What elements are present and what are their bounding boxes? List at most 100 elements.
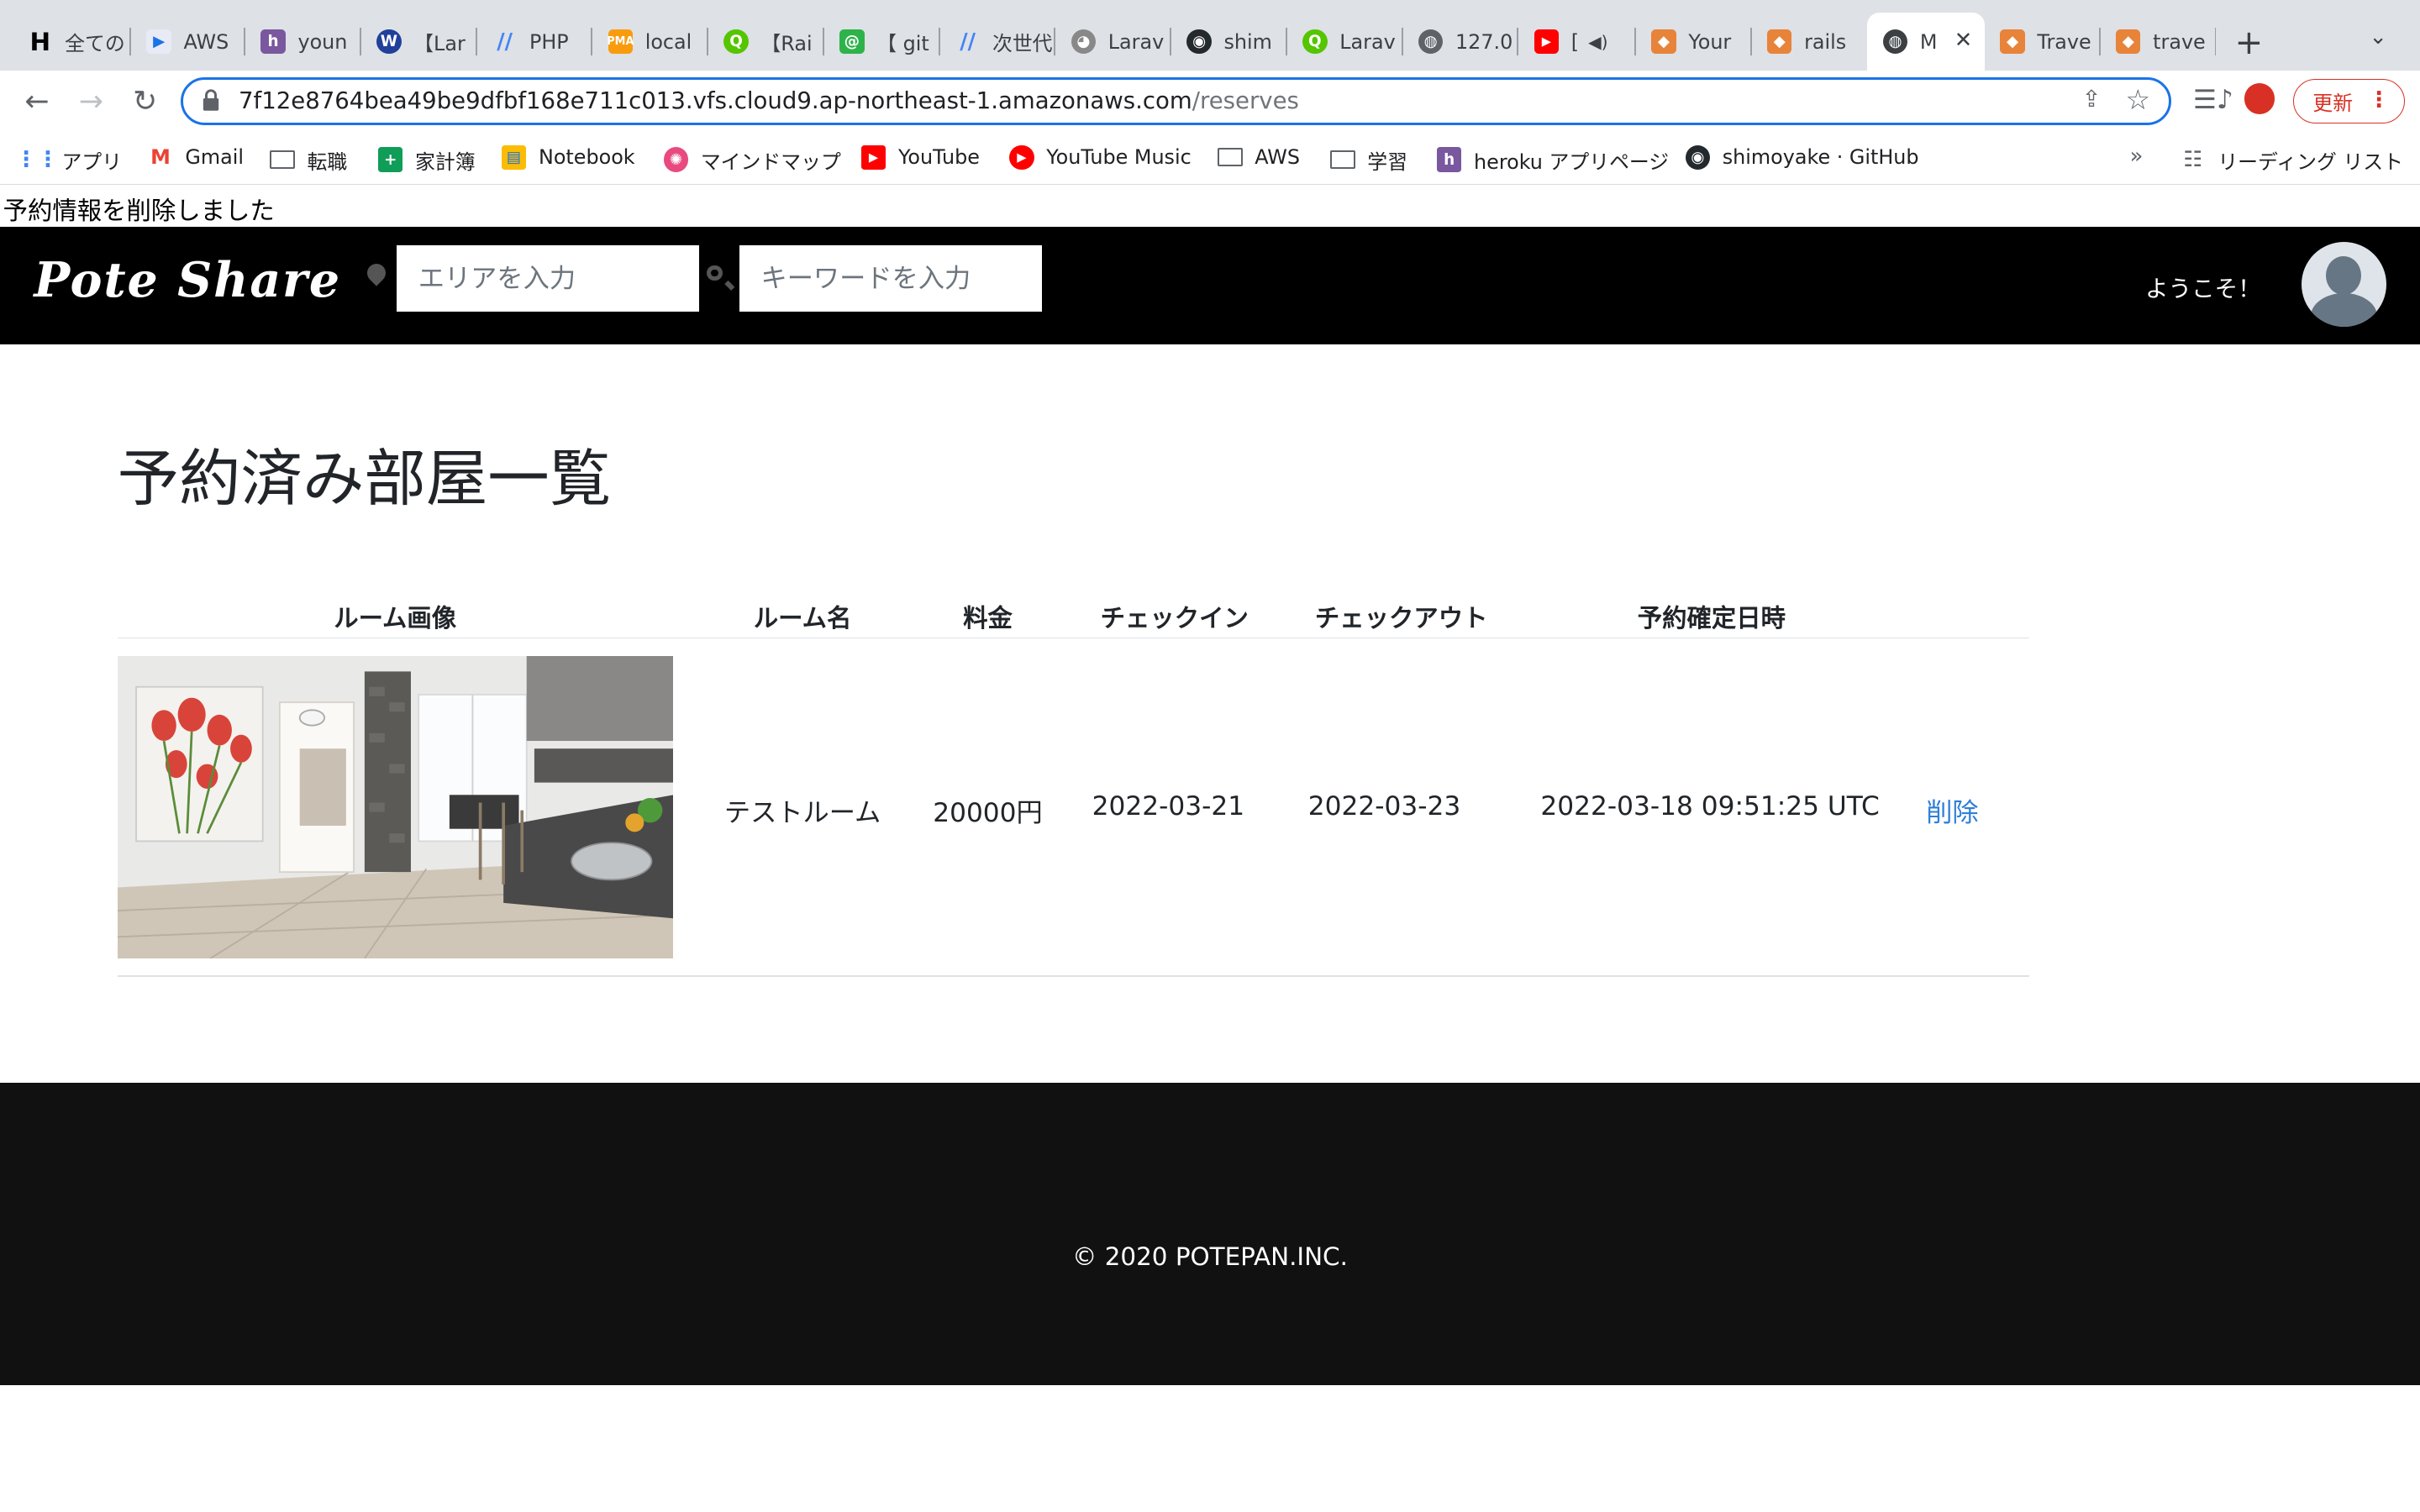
address-bar[interactable]: 7f12e8764bea49be9dfbf168e711c013.vfs.clo… xyxy=(180,76,2172,125)
bookmark-label: マインドマップ xyxy=(700,150,841,174)
browser-tab[interactable]: Q 【Rai xyxy=(708,13,824,71)
column-header-room-name: ルーム名 xyxy=(753,603,852,633)
tab-title: 127.0 xyxy=(1455,29,1513,54)
bookmark-kakeibo[interactable]: + 家計簿 xyxy=(377,145,476,175)
bookmark-label: Gmail xyxy=(185,145,244,170)
youtube-icon: ▶ xyxy=(860,144,886,171)
tab-title: rails xyxy=(1804,29,1847,54)
browser-tab[interactable]: h youn xyxy=(245,13,361,71)
browser-tab[interactable]: Q Larav xyxy=(1287,13,1403,71)
delete-reservation-link[interactable]: 削除 xyxy=(1926,791,1978,829)
table-divider xyxy=(117,974,2030,977)
reload-icon[interactable]: ↻ xyxy=(125,81,166,122)
browser-tab[interactable]: ◆ rails xyxy=(1752,13,1868,71)
tab-title: shim xyxy=(1223,29,1272,54)
browser-tab-strip: H 全ての ▶ AWS h youn W 【Lar // PHP PMA loc… xyxy=(0,0,2420,71)
phpmyadmin-icon: PMA xyxy=(607,29,634,55)
room-image xyxy=(117,655,673,958)
browser-tab[interactable]: ◕ Larav xyxy=(1055,13,1172,71)
browser-toolbar: ← → ↻ 7f12e8764bea49be9dfbf168e711c013.v… xyxy=(0,71,2420,133)
bookmark-folder[interactable]: AWS xyxy=(1218,145,1300,169)
browser-tab[interactable]: ◍ 127.0 xyxy=(1403,13,1519,71)
reading-list-icon: ☷ xyxy=(2183,147,2203,173)
column-header-room-image: ルーム画像 xyxy=(334,603,457,633)
browser-tab[interactable]: ▶ [ ◀) xyxy=(1518,13,1636,71)
bookmark-label: 転職 xyxy=(307,150,348,174)
bookmark-folder[interactable]: 学習 xyxy=(1330,145,1407,175)
tab-title: Your xyxy=(1688,29,1732,54)
column-header-price: 料金 xyxy=(963,603,1013,633)
browser-tab[interactable]: // 次世代 xyxy=(940,13,1056,71)
forward-arrow-icon[interactable]: → xyxy=(71,81,111,122)
new-tab-button[interactable]: + xyxy=(2235,22,2264,62)
extension-icon[interactable] xyxy=(2244,83,2275,121)
cell-room-name: テストルーム xyxy=(723,798,881,829)
page-title: 予約済み部屋一覧 xyxy=(117,443,612,515)
browser-tab[interactable]: @ 【 git xyxy=(824,13,940,71)
browser-tab[interactable]: H 全ての xyxy=(13,13,132,71)
youtube-music-icon: ▶ xyxy=(1009,144,1034,171)
browser-tab[interactable]: PMA local xyxy=(592,13,709,71)
reading-list-button[interactable]: ☷ リーディング リスト xyxy=(2181,145,2403,175)
bookmark-mindmap[interactable]: ✺ マインドマップ xyxy=(663,145,841,175)
close-icon[interactable]: ✕ xyxy=(1954,28,1973,53)
bookmark-github[interactable]: ◉ shimoyake · GitHub xyxy=(1685,144,1919,171)
copyright-text: © 2020 POTEPAN.INC. xyxy=(1072,1242,1348,1271)
bookmark-youtube-music[interactable]: ▶ YouTube Music xyxy=(1009,144,1192,171)
bookmark-heroku[interactable]: h heroku アプリページ xyxy=(1436,145,1669,175)
at-icon: @ xyxy=(839,29,865,55)
more-vert-icon[interactable]: ⋮ xyxy=(2368,87,2390,113)
chevron-down-icon[interactable]: ⌄ xyxy=(2369,24,2387,50)
bookmark-apps[interactable]: ⋮⋮ アプリ xyxy=(15,145,122,175)
cube-icon: ◆ xyxy=(1651,29,1676,55)
star-icon[interactable]: ☆ xyxy=(2126,83,2151,116)
avatar[interactable] xyxy=(2301,242,2386,328)
tab-title: Larav xyxy=(1107,29,1165,54)
site-footer: © 2020 POTEPAN.INC. xyxy=(0,1083,2420,1386)
browser-tab[interactable]: ◆ Trave xyxy=(1985,13,2101,71)
bookmark-label: YouTube Music xyxy=(1046,145,1192,170)
browser-tab[interactable]: // PHP xyxy=(477,13,593,71)
bookmark-youtube[interactable]: ▶ YouTube xyxy=(860,144,980,171)
cell-confirmed-at: 2022-03-18 09:51:25 UTC xyxy=(1540,791,1880,822)
back-arrow-icon[interactable]: ← xyxy=(17,81,57,122)
tab-title: 【Lar xyxy=(413,32,466,56)
browser-tab[interactable]: ◆ trave xyxy=(2101,13,2217,71)
flash-message: 予約情報を削除しました xyxy=(3,196,275,225)
welcome-text: ようこそ！ xyxy=(2145,276,2261,303)
browser-tab[interactable]: W 【Lar xyxy=(361,13,477,71)
tab-title: local xyxy=(644,29,692,54)
url-text: 7f12e8764bea49be9dfbf168e711c013.vfs.clo… xyxy=(239,87,1299,114)
tab-title: [ xyxy=(1570,29,1580,54)
globe-icon: ◍ xyxy=(1418,29,1444,55)
media-control-icon[interactable]: ☰♪ xyxy=(2193,85,2233,115)
update-button[interactable]: 更新 ⋮ xyxy=(2293,78,2405,123)
tab-title: trave xyxy=(2153,29,2206,54)
keyword-search-input[interactable] xyxy=(739,245,1042,312)
speaker-icon[interactable]: ◀) xyxy=(1588,32,1607,52)
folder-icon xyxy=(1218,147,1243,166)
gmail-icon: M xyxy=(150,145,171,170)
bookmark-notebook[interactable]: ▤ Notebook xyxy=(501,144,635,171)
folder-icon xyxy=(270,150,295,170)
bookmarks-bar: ⋮⋮ アプリ M Gmail 転職 + 家計簿 ▤ Notebook ✺ マイン… xyxy=(0,132,2420,186)
browser-tab[interactable]: ◆ Your xyxy=(1636,13,1752,71)
notebook-icon: ▤ xyxy=(501,144,527,171)
browser-tab[interactable]: ▶ AWS xyxy=(131,13,246,71)
cube-icon: ◆ xyxy=(2000,29,2025,55)
browser-tab-active[interactable]: ◍ M ✕ xyxy=(1867,12,1985,71)
github-icon: ◉ xyxy=(1685,144,1711,171)
cell-check-in: 2022-03-21 xyxy=(1092,791,1245,822)
bookmark-folder[interactable]: 転職 xyxy=(270,145,347,175)
tab-title: AWS xyxy=(183,29,229,54)
browser-tab[interactable]: ◉ shim xyxy=(1171,13,1287,71)
more-bookmarks-chevron-icon[interactable]: » xyxy=(2130,144,2144,169)
github-icon: ◉ xyxy=(1186,29,1212,55)
site-logo[interactable]: Pote Share xyxy=(34,253,341,308)
tab-title: 全ての xyxy=(65,32,125,56)
bookmark-gmail[interactable]: M Gmail xyxy=(148,145,244,170)
area-search-input[interactable] xyxy=(397,245,700,312)
globe-icon: ◍ xyxy=(1882,29,1908,55)
tab-title: M xyxy=(1919,29,1938,54)
share-icon[interactable]: ⇪ xyxy=(2081,86,2101,113)
